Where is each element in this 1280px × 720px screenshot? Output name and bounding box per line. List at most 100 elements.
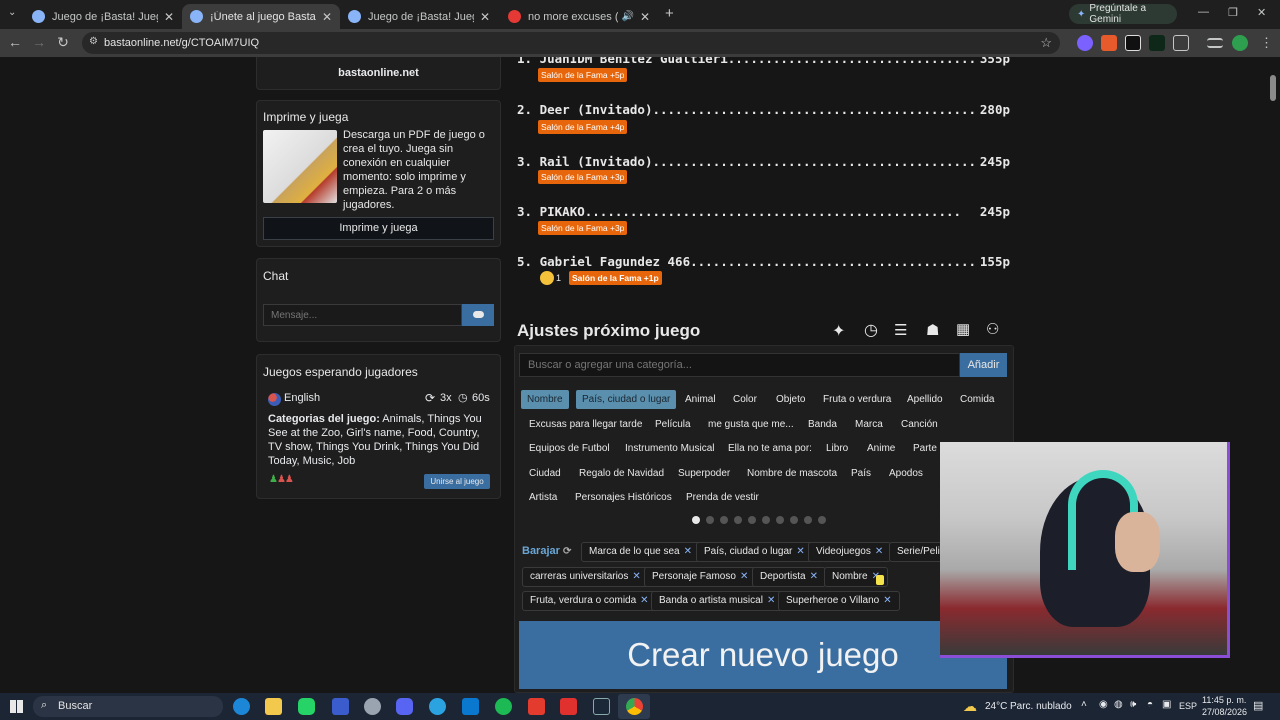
back-icon[interactable]: ← bbox=[4, 34, 26, 50]
site-name[interactable]: bastaonline.net bbox=[257, 67, 500, 79]
roblox-icon[interactable] bbox=[528, 698, 545, 715]
list-edit-icon[interactable]: ☰ bbox=[894, 321, 907, 339]
profile-avatar[interactable] bbox=[1232, 35, 1248, 51]
chosen-category-chip[interactable]: Videojuegos ✕ bbox=[808, 542, 892, 562]
remove-chip-icon[interactable]: ✕ bbox=[640, 595, 648, 606]
spotify-icon[interactable] bbox=[495, 698, 512, 715]
vpn-icon[interactable] bbox=[364, 698, 381, 715]
category-option[interactable]: Banda bbox=[808, 419, 837, 430]
steam-icon[interactable] bbox=[593, 698, 610, 715]
extension-icon[interactable] bbox=[1125, 35, 1141, 51]
close-tab-icon[interactable]: ✕ bbox=[322, 10, 332, 24]
close-tab-icon[interactable]: ✕ bbox=[640, 10, 650, 24]
page-dot[interactable] bbox=[720, 516, 728, 524]
menu-icon[interactable]: ⋮ bbox=[1260, 35, 1273, 51]
print-thumbnail[interactable] bbox=[263, 130, 337, 203]
category-option[interactable]: Nombre de mascota bbox=[747, 468, 837, 479]
page-dot[interactable] bbox=[790, 516, 798, 524]
tab-list-icon[interactable]: ⌄ bbox=[8, 7, 16, 18]
remove-chip-icon[interactable]: ✕ bbox=[810, 571, 818, 582]
page-dot[interactable] bbox=[762, 516, 770, 524]
page-dot[interactable] bbox=[734, 516, 742, 524]
close-window-icon[interactable]: ✕ bbox=[1257, 6, 1266, 19]
chrome-active-tile[interactable] bbox=[618, 694, 650, 719]
discord-icon[interactable] bbox=[396, 698, 413, 715]
tray-chevron-icon[interactable]: ˄ bbox=[1081, 699, 1087, 710]
network-icon[interactable]: ▣ bbox=[1162, 699, 1171, 710]
reaction-emoji-icon[interactable] bbox=[540, 271, 554, 285]
close-tab-icon[interactable]: ✕ bbox=[480, 10, 490, 24]
chosen-category-chip[interactable]: Personaje Famoso ✕ bbox=[644, 567, 757, 587]
tab-1[interactable]: Juego de ¡Basta! Juega Stop, Tu ✕ bbox=[24, 4, 182, 29]
remove-chip-icon[interactable]: ✕ bbox=[875, 546, 883, 557]
bookmark-star-icon[interactable]: ☆ bbox=[1040, 35, 1052, 51]
tray-app-icon[interactable]: ◉ bbox=[1099, 699, 1108, 710]
add-category-button[interactable]: Añadir bbox=[960, 353, 1007, 377]
history-icon[interactable]: ◷ bbox=[864, 320, 878, 340]
calendar-icon[interactable]: ▦ bbox=[956, 320, 970, 338]
join-game-button[interactable]: Unirse al juego bbox=[424, 474, 490, 489]
windows-start-icon[interactable] bbox=[10, 700, 23, 713]
user-settings-icon[interactable]: ⚇ bbox=[986, 320, 999, 338]
tab-2[interactable]: ¡Únete al juego Basta! ✕ bbox=[182, 4, 340, 29]
weather-icon[interactable]: ☁ bbox=[963, 698, 977, 715]
remove-chip-icon[interactable]: ✕ bbox=[796, 546, 804, 557]
category-option[interactable]: País bbox=[851, 468, 871, 479]
category-option[interactable]: Equipos de Futbol bbox=[529, 443, 610, 454]
remove-chip-icon[interactable]: ✕ bbox=[767, 595, 775, 606]
category-option[interactable]: Canción bbox=[901, 419, 938, 430]
category-option[interactable]: Anime bbox=[867, 443, 895, 454]
scrollbar[interactable] bbox=[1270, 75, 1276, 101]
site-info-icon[interactable]: ⚙ bbox=[89, 36, 98, 47]
remove-chip-icon[interactable]: ✕ bbox=[684, 546, 692, 557]
category-option[interactable]: Prenda de vestir bbox=[686, 492, 759, 503]
extension-icon[interactable] bbox=[1077, 35, 1093, 51]
category-search-input[interactable] bbox=[519, 353, 960, 377]
chat-message-input[interactable] bbox=[263, 304, 462, 326]
category-option[interactable]: Fruta o verdura bbox=[823, 394, 891, 405]
category-option[interactable]: Ciudad bbox=[529, 468, 561, 479]
category-option[interactable]: Animal bbox=[685, 394, 716, 405]
category-option[interactable]: Comida bbox=[960, 394, 994, 405]
notification-icon[interactable]: ▤ bbox=[1253, 699, 1263, 712]
category-option[interactable]: Superpoder bbox=[678, 468, 730, 479]
category-option[interactable]: Película bbox=[655, 419, 691, 430]
remove-chip-icon[interactable]: ✕ bbox=[883, 595, 891, 606]
create-game-button[interactable]: Crear nuevo juego bbox=[519, 621, 1007, 689]
volume-icon[interactable]: 🕪 bbox=[1130, 699, 1136, 710]
mail-icon[interactable] bbox=[462, 698, 479, 715]
url-field[interactable]: ⚙ bastaonline.net/g/CTOAIM7UIQ ☆ bbox=[82, 32, 1060, 54]
category-option[interactable]: Marca bbox=[855, 419, 883, 430]
chosen-category-chip[interactable]: País, ciudad o lugar ✕ bbox=[696, 542, 813, 562]
telegram-icon[interactable] bbox=[429, 698, 446, 715]
reload-icon[interactable]: ↻ bbox=[52, 34, 74, 51]
tab-3[interactable]: Juego de ¡Basta! Juega Stop, Tu ✕ bbox=[340, 4, 498, 29]
category-option[interactable]: Libro bbox=[826, 443, 848, 454]
chosen-category-chip[interactable]: Superheroe o Villano ✕ bbox=[778, 591, 900, 611]
category-option[interactable]: Apodos bbox=[889, 468, 923, 479]
minimize-icon[interactable]: — bbox=[1198, 6, 1209, 18]
remove-chip-icon[interactable]: ✕ bbox=[632, 571, 640, 582]
chat-send-button[interactable] bbox=[462, 304, 494, 326]
page-dot[interactable] bbox=[804, 516, 812, 524]
shield-app-icon[interactable] bbox=[332, 698, 349, 715]
forward-icon[interactable]: → bbox=[28, 34, 50, 50]
chosen-category-chip[interactable]: Fruta, verdura o comida ✕ bbox=[522, 591, 657, 611]
category-option[interactable]: Artista bbox=[529, 492, 557, 503]
category-option[interactable]: Apellido bbox=[907, 394, 943, 405]
new-tab-icon[interactable]: + bbox=[665, 5, 674, 22]
remove-chip-icon[interactable]: ✕ bbox=[740, 571, 748, 582]
category-option[interactable]: Instrumento Musical bbox=[625, 443, 714, 454]
tab-4[interactable]: no more excuses (slowed 🔊 ✕ bbox=[500, 4, 658, 29]
page-dot[interactable] bbox=[692, 516, 700, 524]
tray-app-icon[interactable]: ◍ bbox=[1114, 699, 1123, 710]
close-tab-icon[interactable]: ✕ bbox=[164, 10, 174, 24]
category-option[interactable]: Color bbox=[733, 394, 757, 405]
language-indicator[interactable]: ESP bbox=[1179, 701, 1197, 711]
chosen-category-chip[interactable]: carreras universitarios ✕ bbox=[522, 567, 649, 587]
sparkle-icon[interactable]: ✦ bbox=[832, 321, 845, 341]
category-option[interactable]: me gusta que me... bbox=[708, 419, 794, 430]
page-dot[interactable] bbox=[776, 516, 784, 524]
audio-playing-icon[interactable]: 🔊 bbox=[621, 11, 633, 22]
category-option[interactable]: Regalo de Navidad bbox=[579, 468, 664, 479]
